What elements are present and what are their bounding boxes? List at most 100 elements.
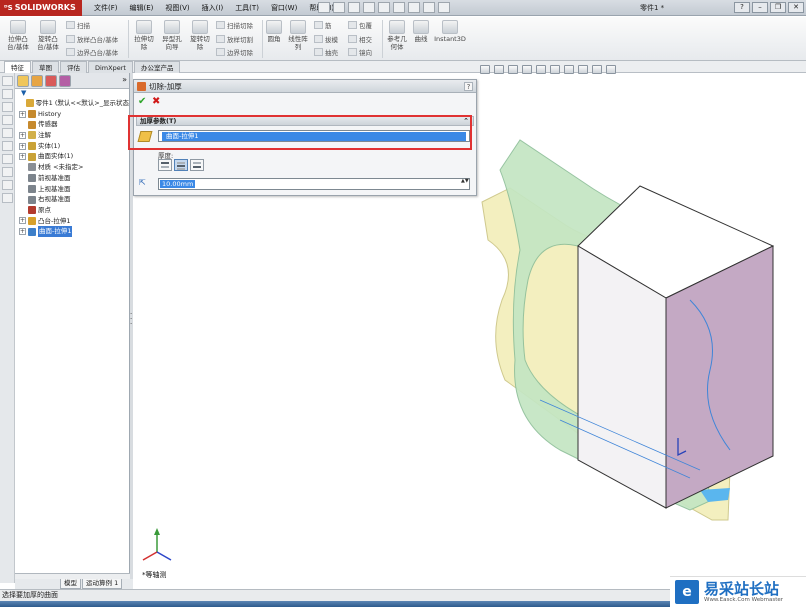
expand-icon[interactable]: + (19, 110, 26, 118)
filter-icon[interactable]: ▼ (15, 89, 129, 98)
view-settings-icon[interactable] (606, 65, 616, 74)
expand-icon[interactable]: + (19, 153, 26, 161)
swept-cut-button[interactable]: 扫描切除 (216, 20, 253, 30)
mirror-button[interactable]: 镜向 (348, 47, 372, 57)
section-view-icon[interactable] (522, 65, 532, 74)
tool-icon[interactable] (2, 89, 13, 99)
thicken-both-sides-button[interactable] (174, 159, 188, 171)
shell-button[interactable]: 抽壳 (314, 47, 338, 57)
tool-icon[interactable] (2, 141, 13, 151)
tree-item[interactable]: + 曲面-拉伸1 (15, 226, 129, 237)
feature-tree-tab-icon[interactable] (17, 75, 29, 87)
print-icon[interactable] (378, 2, 390, 13)
linear-pattern-button[interactable]: 线性阵 列 (286, 20, 310, 51)
tab-features[interactable]: 特征 (4, 61, 31, 73)
solidworks-logo[interactable]: ᴰS SOLIDWORKS (0, 0, 82, 16)
thickness-value[interactable]: 10.00mm (160, 180, 196, 188)
tree-item[interactable]: 右视基准面 (15, 194, 129, 205)
extrude-boss-button[interactable]: 拉伸凸 台/基体 (4, 20, 32, 51)
expand-panel-icon[interactable]: » (122, 75, 127, 86)
thicken-side2-button[interactable] (190, 159, 204, 171)
boundary-cut-button[interactable]: 边界切除 (216, 47, 253, 57)
restore-icon[interactable]: ❐ (770, 2, 786, 13)
close-icon[interactable]: ✕ (788, 2, 804, 13)
minimize-icon[interactable]: – (752, 2, 768, 13)
menu-window[interactable]: 窗口(W) (265, 0, 303, 16)
previous-view-icon[interactable] (508, 65, 518, 74)
display-manager-tab-icon[interactable] (59, 75, 71, 87)
tree-item[interactable]: 上视基准面 (15, 184, 129, 195)
open-icon[interactable] (348, 2, 360, 13)
save-icon[interactable] (363, 2, 375, 13)
property-manager-tab-icon[interactable] (31, 75, 43, 87)
sweep-button[interactable]: 扫描 (66, 20, 90, 30)
revolve-cut-button[interactable]: 旋转切 除 (188, 20, 212, 51)
tree-item[interactable]: + 凸台-拉伸1 (15, 216, 129, 227)
rib-button[interactable]: 筋 (314, 20, 332, 30)
pin-icon[interactable] (318, 2, 330, 13)
menu-tools[interactable]: 工具(T) (229, 0, 265, 16)
menu-insert[interactable]: 插入(I) (196, 0, 230, 16)
thickness-input[interactable]: 10.00mm ▲▼ (158, 178, 470, 190)
expand-icon[interactable]: + (19, 142, 26, 150)
tab-evaluate[interactable]: 评估 (60, 61, 87, 73)
tab-model[interactable]: 模型 (60, 579, 81, 589)
lofted-cut-button[interactable]: 放样切割 (216, 34, 253, 44)
tool-icon[interactable] (2, 128, 13, 138)
rebuild-icon[interactable] (423, 2, 435, 13)
edit-appearance-icon[interactable] (578, 65, 588, 74)
menu-edit[interactable]: 编辑(E) (124, 0, 160, 16)
fillet-button[interactable]: 圆角 (264, 20, 284, 43)
tool-icon[interactable] (2, 193, 13, 203)
tool-icon[interactable] (2, 102, 13, 112)
thickness-spinner[interactable]: ▲▼ (461, 179, 469, 189)
tool-icon[interactable] (2, 154, 13, 164)
menu-file[interactable]: 文件(F) (88, 0, 124, 16)
extrude-cut-button[interactable]: 拉伸切 除 (132, 20, 156, 51)
splitter-grip-icon[interactable]: · · · (130, 311, 136, 332)
help-icon[interactable]: ? (734, 2, 750, 13)
thicken-parameters-group-header[interactable]: 加厚参数(T) ⌃ (136, 116, 474, 126)
tool-icon[interactable] (2, 76, 13, 86)
wrap-button[interactable]: 包覆 (348, 20, 372, 30)
hole-wizard-button[interactable]: 异型孔 向导 (160, 20, 184, 51)
tree-item[interactable]: 原点 (15, 205, 129, 216)
display-style-icon[interactable] (550, 65, 560, 74)
tree-item[interactable]: 传感器 (15, 119, 129, 130)
ok-button[interactable]: ✔ (138, 96, 146, 107)
hide-show-icon[interactable] (564, 65, 574, 74)
thicken-side1-button[interactable] (158, 159, 172, 171)
options-icon[interactable] (438, 2, 450, 13)
revolve-boss-button[interactable]: 旋转凸 台/基体 (34, 20, 62, 51)
tab-office-products[interactable]: 办公室产品 (133, 61, 181, 73)
tree-item[interactable]: + 曲面实体(1) (15, 151, 129, 162)
tab-motion-study[interactable]: 运动算例 1 (82, 579, 123, 589)
select-icon[interactable] (408, 2, 420, 13)
boundary-boss-button[interactable]: 边界凸台/基体 (66, 47, 118, 57)
tab-dimxpert[interactable]: DimXpert (88, 61, 133, 73)
surface-selection-box[interactable]: 曲面-拉伸1 (158, 130, 470, 142)
new-document-icon[interactable] (333, 2, 345, 13)
expand-icon[interactable]: + (19, 131, 26, 139)
menu-view[interactable]: 视图(V) (159, 0, 195, 16)
instant3d-button[interactable]: Instant3D (434, 20, 466, 43)
curves-button[interactable]: 曲线 (411, 20, 431, 43)
tree-item[interactable]: 前视基准面 (15, 173, 129, 184)
expand-icon[interactable]: + (19, 217, 26, 225)
tool-icon[interactable] (2, 167, 13, 177)
tool-icon[interactable] (2, 180, 13, 190)
help-icon[interactable]: ? (464, 82, 473, 91)
cancel-button[interactable]: ✖ (152, 96, 160, 107)
tree-item[interactable]: + History (15, 109, 129, 120)
apply-scene-icon[interactable] (592, 65, 602, 74)
configuration-tab-icon[interactable] (45, 75, 57, 87)
tree-item[interactable]: 材质 <未指定> (15, 162, 129, 173)
tool-icon[interactable] (2, 115, 13, 125)
collapse-icon[interactable]: ⌃ (463, 117, 469, 125)
tree-item[interactable]: + 实体(1) (15, 141, 129, 152)
tree-item[interactable]: 零件1 (默认<<默认>_显示状态 (15, 98, 129, 109)
zoom-area-icon[interactable] (494, 65, 504, 74)
reference-geometry-button[interactable]: 参考几 何体 (385, 20, 409, 51)
selected-surface-item[interactable]: 曲面-拉伸1 (162, 132, 466, 141)
view-orientation-icon[interactable] (536, 65, 546, 74)
